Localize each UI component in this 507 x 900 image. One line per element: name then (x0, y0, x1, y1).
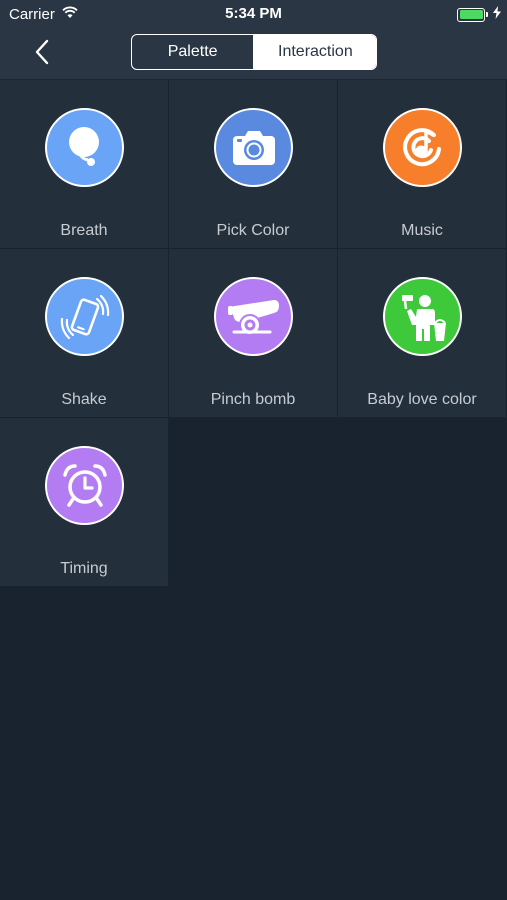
chevron-left-icon (35, 39, 49, 65)
phone-shake-icon (60, 294, 109, 339)
tile-label: Shake (61, 391, 107, 408)
tab-palette[interactable]: Palette (132, 35, 253, 69)
tile-label: Timing (60, 560, 108, 577)
music-note-icon (402, 127, 441, 166)
battery-indicator (457, 6, 501, 23)
tile-label: Breath (60, 222, 108, 239)
top-bar: Carrier 5:34 PM Palette Interaction (0, 0, 507, 80)
tile-pick-color[interactable]: Pick Color (169, 80, 338, 249)
tile-breath[interactable]: Breath (0, 80, 169, 249)
tile-pinch-bomb[interactable]: Pinch bomb (169, 249, 338, 418)
battery-fill (459, 10, 483, 19)
mode-segmented-control: Palette Interaction (131, 34, 377, 70)
tile-timing[interactable]: Timing (0, 418, 169, 587)
app-screen: Carrier 5:34 PM Palette Interaction Brea… (0, 0, 507, 900)
tile-label: Pick Color (216, 222, 290, 239)
charging-bolt-icon (493, 6, 501, 23)
tile-label: Pinch bomb (210, 391, 296, 408)
tile-label: Music (401, 222, 443, 239)
tab-interaction[interactable]: Interaction (254, 35, 376, 69)
navigation-bar: Palette Interaction (0, 28, 507, 80)
tile-music[interactable]: Music (338, 80, 507, 249)
battery-icon (457, 7, 488, 22)
shake-circle (45, 277, 124, 356)
breath-circle (45, 108, 124, 187)
pick-color-circle (214, 108, 293, 187)
interaction-grid: Breath Pick Color Music Shake Pinch bomb… (0, 80, 507, 587)
timing-circle (45, 446, 124, 525)
pinch-bomb-circle (214, 277, 293, 356)
status-bar: Carrier 5:34 PM (0, 0, 507, 28)
back-button[interactable] (28, 38, 58, 68)
tile-label: Baby love color (367, 391, 477, 408)
alarm-clock-icon (62, 463, 107, 507)
tile-baby-love-color[interactable]: Baby love color (338, 249, 507, 418)
baby-love-color-circle (383, 277, 462, 356)
cannon-icon (227, 299, 279, 336)
tile-shake[interactable]: Shake (0, 249, 169, 418)
child-painting-icon (401, 294, 446, 341)
status-time: 5:34 PM (225, 5, 282, 22)
camera-icon (232, 130, 275, 165)
music-circle (383, 108, 462, 187)
breath-bubble-icon (68, 126, 99, 166)
